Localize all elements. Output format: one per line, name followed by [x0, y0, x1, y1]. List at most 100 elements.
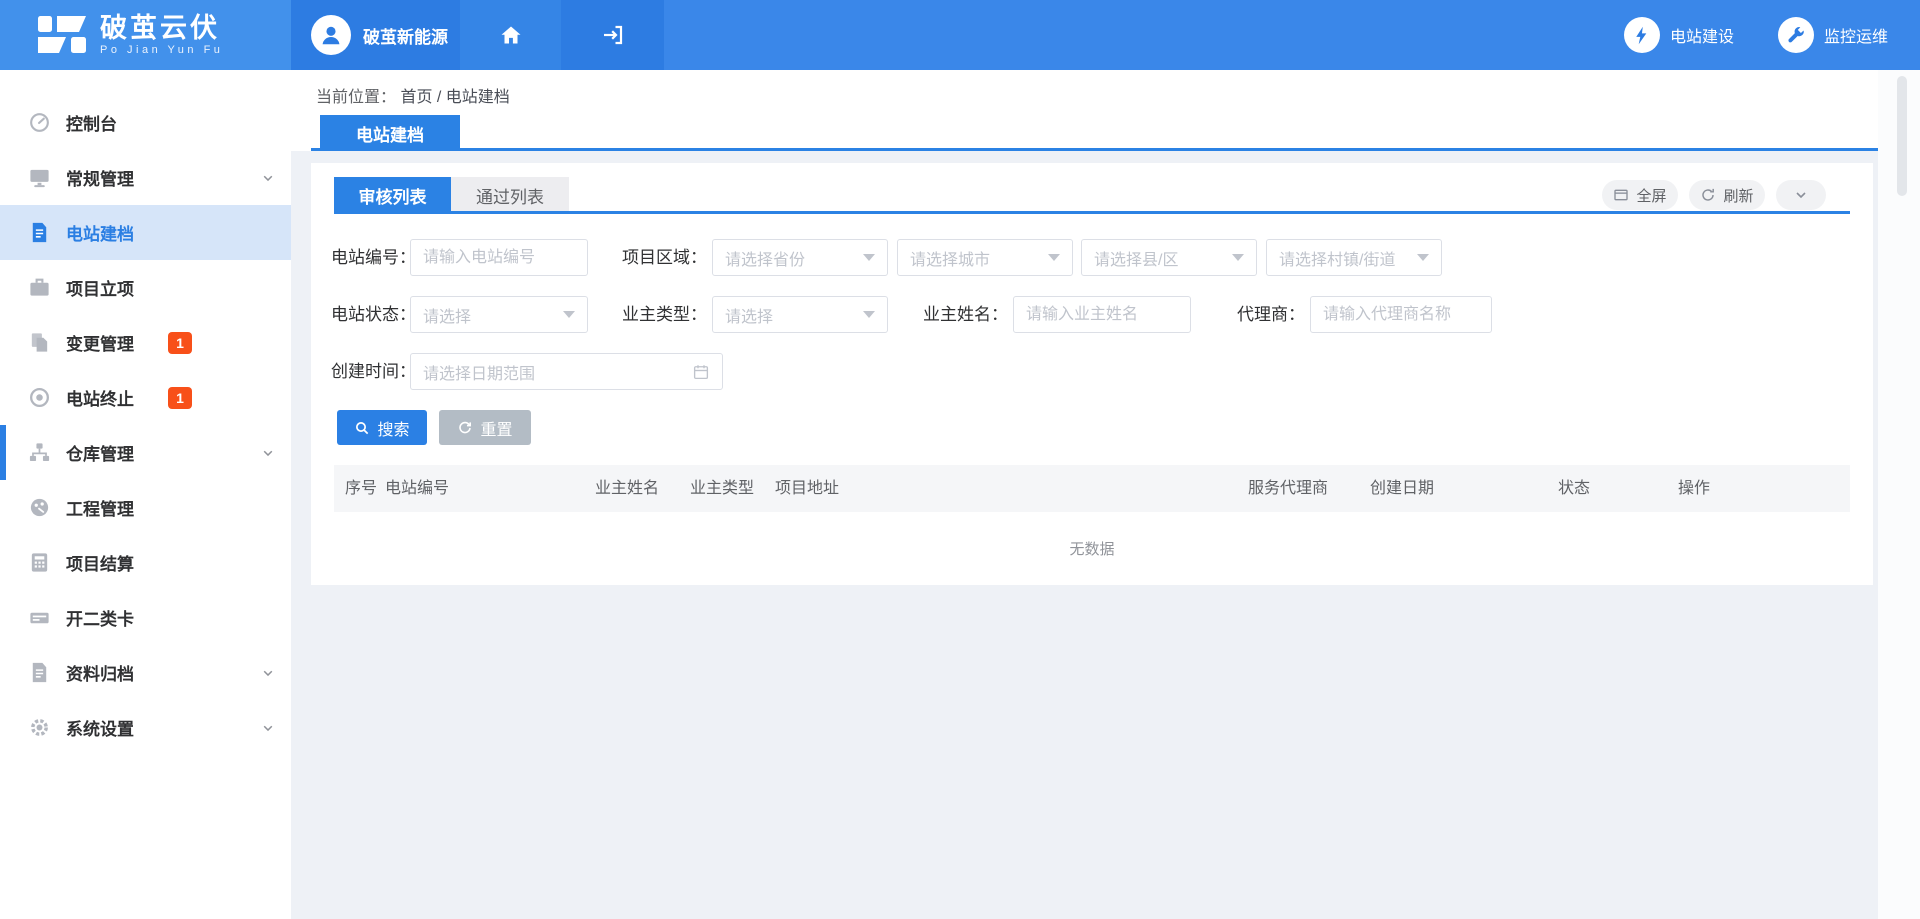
- sidebar-item-station-termination[interactable]: 电站终止1: [0, 370, 291, 425]
- logout-button[interactable]: [561, 0, 664, 70]
- reset-icon: [457, 420, 473, 436]
- breadcrumb-path[interactable]: 首页 / 电站建档: [400, 89, 509, 106]
- sidebar-item-project-initiation[interactable]: 项目立项: [0, 260, 291, 315]
- nav-monitoring-ops[interactable]: 监控运维: [1778, 17, 1888, 53]
- search-icon: [354, 420, 370, 436]
- table-column-header: 项目地址: [775, 465, 839, 512]
- company-name: 破茧新能源: [363, 23, 448, 48]
- table-empty-state: 无数据: [334, 512, 1850, 585]
- user-menu[interactable]: 破茧新能源: [291, 0, 460, 70]
- created-time-label: 创建时间：: [331, 353, 405, 390]
- logout-icon: [601, 23, 625, 47]
- gear-icon: [28, 716, 51, 739]
- sidebar-item-label: 常规管理: [66, 165, 134, 190]
- sidebar-item-change-management[interactable]: 变更管理1: [0, 315, 291, 370]
- caret-down-icon: [1232, 254, 1244, 261]
- table-column-header: 业主类型: [690, 465, 754, 512]
- calculator-icon: [28, 551, 51, 574]
- user-icon: [318, 22, 344, 48]
- sidebar-item-label: 工程管理: [66, 495, 134, 520]
- sidebar-item-general-management[interactable]: 常规管理: [0, 150, 291, 205]
- sidebar-item-project-settlement[interactable]: 项目结算: [0, 535, 291, 590]
- sidebar-item-station-archive[interactable]: 电站建档: [0, 205, 291, 260]
- reset-button[interactable]: 重置: [439, 410, 531, 445]
- notification-badge: 1: [168, 332, 192, 354]
- sitemap-icon: [28, 441, 51, 464]
- page-tab-station-archive[interactable]: 电站建档: [320, 115, 460, 151]
- nav-station-construction[interactable]: 电站建设: [1624, 17, 1734, 53]
- reset-label: 重置: [480, 416, 512, 440]
- sidebar-item-system-settings[interactable]: 系统设置: [0, 700, 291, 755]
- table-column-header: 服务代理商: [1248, 465, 1328, 512]
- table-column-header: 电站编号: [385, 465, 449, 512]
- sidebar-item-console[interactable]: 控制台: [0, 95, 291, 150]
- refresh-button[interactable]: 刷新: [1689, 180, 1765, 210]
- owner-type-label: 业主类型：: [611, 296, 707, 333]
- sidebar-item-label: 仓库管理: [66, 440, 134, 465]
- home-icon: [499, 23, 523, 47]
- sidebar-item-open-type2-card[interactable]: 开二类卡: [0, 590, 291, 645]
- town-select[interactable]: 请选择村镇/街道: [1266, 239, 1442, 276]
- tabs-underline: [334, 211, 1850, 214]
- caret-down-icon: [563, 311, 575, 318]
- scrollbar-thumb[interactable]: [1897, 76, 1907, 196]
- caret-down-icon: [1417, 254, 1429, 261]
- home-button[interactable]: [460, 0, 561, 70]
- card-icon: [28, 606, 51, 629]
- station-status-placeholder: 请选择: [423, 303, 557, 327]
- table-column-header: 序号: [345, 465, 377, 512]
- owner-name-input[interactable]: [1013, 296, 1191, 333]
- county-select[interactable]: 请选择县/区: [1081, 239, 1257, 276]
- region-label: 项目区域：: [611, 239, 707, 276]
- top-header: 破茧云伏 Po Jian Yun Fu 破茧新能源: [0, 0, 1920, 70]
- sidebar-item-engineering[interactable]: 工程管理: [0, 480, 291, 535]
- copy-icon: [28, 331, 51, 354]
- city-select-placeholder: 请选择城市: [910, 246, 1042, 270]
- scrollbar-track[interactable]: [1878, 70, 1920, 919]
- date-range-placeholder: 请选择日期范围: [423, 360, 692, 384]
- date-range-input[interactable]: 请选择日期范围: [410, 353, 723, 390]
- owner-type-select[interactable]: 请选择: [712, 296, 888, 333]
- station-no-input[interactable]: [410, 239, 588, 276]
- agent-input[interactable]: [1310, 296, 1492, 333]
- briefcase-icon: [28, 276, 51, 299]
- search-label: 搜索: [377, 416, 409, 440]
- tab-review-list[interactable]: 审核列表: [334, 177, 451, 214]
- monitor-icon: [28, 166, 51, 189]
- chevron-down-icon: [261, 171, 275, 185]
- table-column-header: 创建日期: [1370, 465, 1434, 512]
- fullscreen-button[interactable]: 全屏: [1602, 180, 1678, 210]
- sidebar-item-label: 控制台: [66, 110, 117, 135]
- chevron-down-icon: [261, 446, 275, 460]
- sidebar-item-label: 电站终止: [66, 385, 134, 410]
- calendar-icon: [692, 363, 710, 381]
- brand-title: 破茧云伏: [100, 14, 223, 42]
- sidebar-item-label: 电站建档: [66, 220, 134, 245]
- page-tab-underline: [311, 148, 1878, 151]
- agent-label: 代理商：: [1225, 296, 1305, 333]
- logo-icon: [38, 15, 86, 55]
- city-select[interactable]: 请选择城市: [897, 239, 1073, 276]
- empty-text: 无数据: [1069, 538, 1114, 559]
- chevron-down-icon: [1793, 187, 1809, 203]
- sidebar-item-label: 系统设置: [66, 715, 134, 740]
- sidebar-item-data-archiving[interactable]: 资料归档: [0, 645, 291, 700]
- sidebar-item-label: 开二类卡: [66, 605, 134, 630]
- refresh-label: 刷新: [1723, 185, 1753, 206]
- brand-subtitle: Po Jian Yun Fu: [100, 44, 223, 56]
- caret-down-icon: [863, 254, 875, 261]
- search-button[interactable]: 搜索: [337, 410, 427, 445]
- province-select[interactable]: 请选择省份: [712, 239, 888, 276]
- tab-passed-list[interactable]: 通过列表: [451, 177, 569, 214]
- sidebar-item-warehouse-management[interactable]: 仓库管理: [0, 425, 291, 480]
- target-icon: [28, 386, 51, 409]
- dashboard-icon: [28, 111, 51, 134]
- caret-down-icon: [1048, 254, 1060, 261]
- table-header-row: 序号电站编号业主姓名业主类型项目地址服务代理商创建日期状态操作: [334, 465, 1850, 512]
- sidebar-item-label: 项目结算: [66, 550, 134, 575]
- station-status-select[interactable]: 请选择: [410, 296, 588, 333]
- table-column-header: 操作: [1678, 465, 1710, 512]
- collapse-button[interactable]: [1776, 180, 1826, 210]
- review-panel: 审核列表 通过列表 全屏 刷新 电站编号： 项目区域： 请选择省份请选择城市请选…: [311, 163, 1873, 585]
- gauge-icon: [28, 496, 51, 519]
